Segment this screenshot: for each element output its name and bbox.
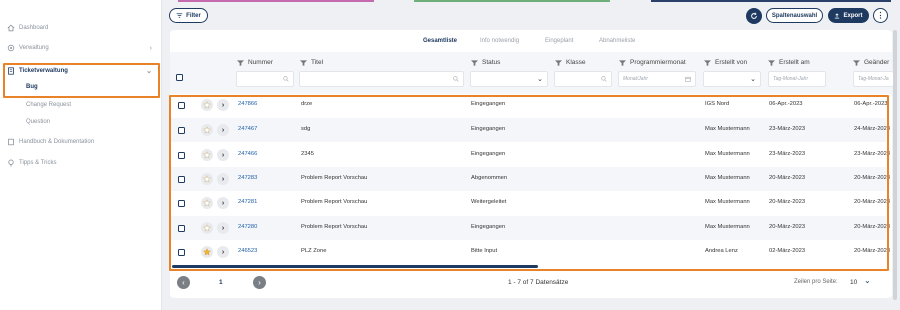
vertical-scrollbar[interactable] [893, 30, 897, 300]
column-header-label: Erstellt von [715, 59, 748, 66]
tab-info-notwendig[interactable]: Info notwendig [480, 38, 519, 44]
sort-icon [300, 59, 307, 66]
sidebar-item-label: Dashboard [19, 25, 49, 31]
column-header-label: Nummer [248, 59, 273, 66]
programmiermonat-filter-input[interactable]: Monat/Jahr [618, 71, 696, 87]
refresh-icon [751, 12, 757, 19]
column-header-label: Status [482, 59, 501, 66]
tab-gesamtliste[interactable]: Gesamtliste [423, 38, 457, 44]
tab-abnahmeliste[interactable]: Abnahmeliste [599, 38, 635, 44]
column-header-label: Titel [311, 59, 324, 66]
sidebar-item-verwaltung[interactable]: Verwaltung › [0, 39, 162, 57]
chevron-down-icon[interactable]: ⌄ [864, 276, 871, 285]
column-header-label: Geänder [864, 59, 890, 66]
sidebar-item-label: Handbuch & Dokumentation [19, 139, 95, 145]
chevron-right-icon: › [258, 278, 261, 287]
column-header-label: Programmiermonat [630, 59, 686, 66]
home-icon [6, 24, 15, 33]
book-icon [6, 138, 15, 147]
sort-icon [704, 59, 711, 66]
sort-icon [768, 59, 775, 66]
sidebar-item-tipps[interactable]: Tipps & Tricks [0, 154, 162, 172]
column-header-status[interactable]: Status [471, 59, 500, 66]
filter-button[interactable]: Filter [169, 8, 208, 23]
calendar-icon [685, 76, 691, 82]
sort-icon [619, 59, 626, 66]
date-placeholder: Tag-Monat-Jahr [773, 76, 809, 82]
sort-icon [237, 59, 244, 66]
upload-icon [835, 12, 840, 18]
column-header-titel[interactable]: Titel [300, 59, 323, 66]
erstellt-am-filter-input[interactable]: Tag-Monat-Jahr [768, 71, 826, 87]
current-page[interactable]: 1 [219, 279, 223, 286]
select-all-checkbox[interactable] [176, 74, 183, 81]
column-header-label: Klasse [566, 59, 586, 66]
column-selection-button[interactable]: Spaltenauswahl [766, 8, 823, 23]
chevron-down-icon: ⌄ [750, 76, 756, 83]
sort-icon [471, 59, 478, 66]
next-page-button[interactable]: › [253, 276, 266, 289]
sort-icon [555, 59, 562, 66]
column-header-programmiermonat[interactable]: Programmiermonat [619, 59, 686, 66]
search-icon [601, 76, 607, 82]
chevron-left-icon: ‹ [182, 278, 185, 287]
column-header-klasse[interactable]: Klasse [555, 59, 586, 66]
chevron-down-icon: ⌄ [537, 76, 543, 83]
export-button-label: Export [843, 12, 863, 19]
geaendert-filter-input[interactable]: Tag-Monat-Ja [853, 71, 893, 87]
sort-icon [853, 59, 860, 66]
rows-per-page-label: Zeilen pro Seite: [794, 279, 838, 285]
sidebar-item-dashboard[interactable]: Dashboard [0, 19, 162, 37]
settings-icon [6, 44, 15, 53]
column-header-erstellt-von[interactable]: Erstellt von [704, 59, 747, 66]
chevron-right-icon: › [149, 44, 152, 52]
previous-page-button[interactable]: ‹ [177, 276, 190, 289]
column-header-geaendert[interactable]: Geänder [853, 59, 889, 66]
sidebar-item-label: Verwaltung [19, 45, 49, 51]
sidebar: Dashboard Verwaltung › Ticketverwaltung … [0, 0, 162, 310]
rows-per-page-value[interactable]: 10 [850, 279, 857, 286]
column-header-label: Erstellt am [779, 59, 810, 66]
view-tabs: Gesamtliste Info notwendig Eingeplant Ab… [170, 38, 892, 48]
column-header-erstellt-am[interactable]: Erstellt am [768, 59, 810, 66]
highlight-box-sidebar [3, 63, 160, 98]
search-icon [283, 76, 289, 82]
nummer-filter-input[interactable] [236, 71, 294, 87]
tab-eingeplant[interactable]: Eingeplant [545, 38, 573, 44]
more-options-button[interactable]: ⋮ [873, 8, 888, 23]
sidebar-subitem-question[interactable]: Question [26, 119, 50, 125]
pagination-info: 1 - 7 of 7 Datensätze [508, 279, 569, 286]
highlight-box-table [169, 95, 889, 271]
status-filter-select[interactable]: ⌄ [470, 71, 548, 87]
date-placeholder: Tag-Monat-Ja [858, 76, 889, 82]
column-header-nummer[interactable]: Nummer [237, 59, 273, 66]
refresh-button[interactable] [746, 8, 762, 24]
erstellt-von-filter-select[interactable]: ⌄ [703, 71, 761, 87]
klasse-filter-input[interactable] [554, 71, 612, 87]
top-accent-strip [414, 0, 610, 2]
top-accent-strip [651, 0, 891, 2]
search-icon [453, 76, 459, 82]
bulb-icon [6, 159, 15, 168]
export-button[interactable]: Export [828, 8, 869, 23]
sidebar-item-handbuch[interactable]: Handbuch & Dokumentation [0, 133, 162, 151]
month-placeholder: Monat/Jahr [623, 76, 649, 82]
sidebar-subitem-change-request[interactable]: Change Request [26, 102, 71, 108]
filter-button-label: Filter [186, 12, 201, 19]
titel-filter-input[interactable] [299, 71, 464, 87]
top-accent-strip [178, 0, 374, 2]
sidebar-item-label: Tipps & Tricks [19, 160, 57, 166]
filter-icon [176, 13, 183, 18]
